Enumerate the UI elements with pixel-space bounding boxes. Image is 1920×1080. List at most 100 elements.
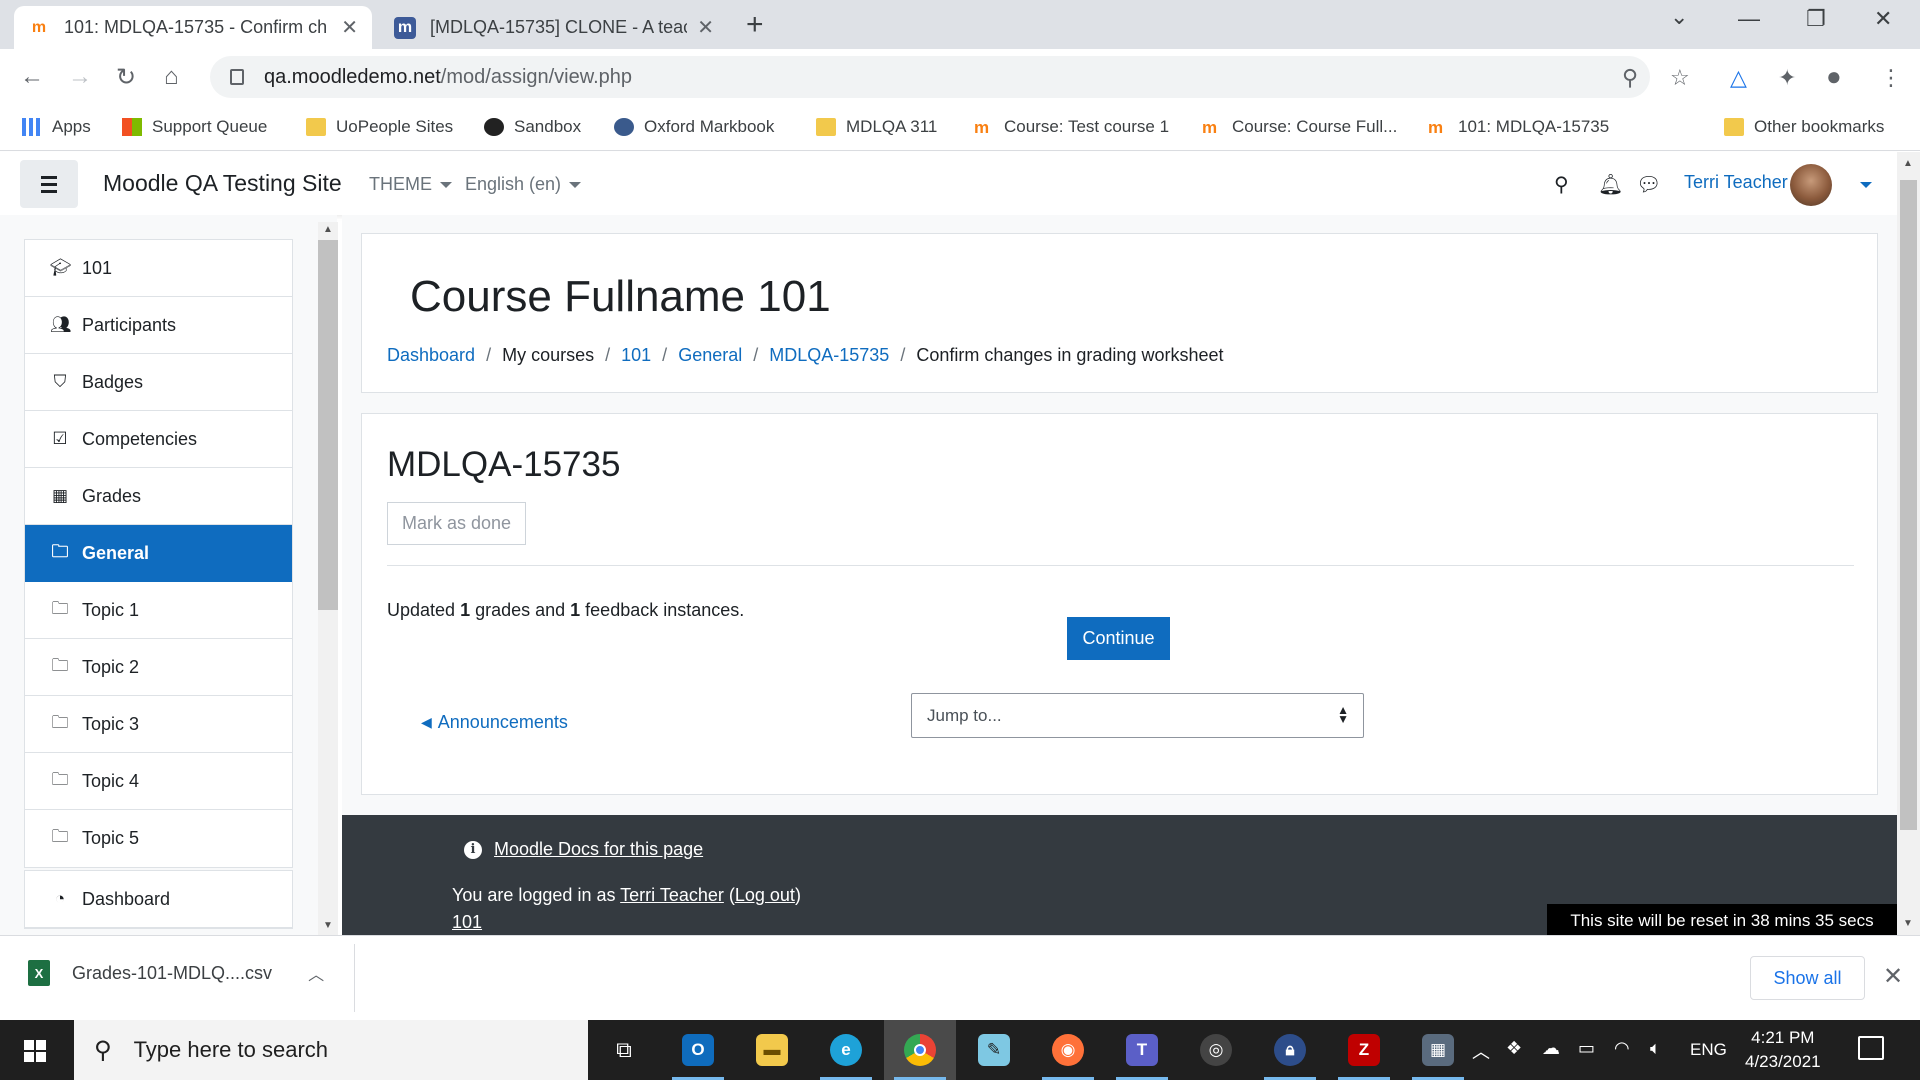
firefox-icon[interactable]: ◉ [1032, 1020, 1104, 1080]
bookmark-oxford[interactable]: Oxford Markbook [614, 117, 774, 137]
scroll-down-icon[interactable]: ▼ [1903, 918, 1913, 929]
restore-icon[interactable]: ❐ [1806, 6, 1826, 32]
address-bar[interactable]: qa.moodledemo.net/mod/assign/view.php [210, 56, 1650, 98]
file-explorer-icon[interactable]: ▬ [736, 1020, 808, 1080]
bookmark-101[interactable]: m 101: MDLQA-15735 [1428, 117, 1609, 137]
scroll-up-icon[interactable]: ▲ [1903, 158, 1913, 169]
show-hidden-icons-icon[interactable]: ︿ [1472, 1038, 1490, 1064]
media-player-icon[interactable]: ◎ [1180, 1020, 1252, 1080]
bookmark-support-queue[interactable]: Support Queue [122, 117, 267, 137]
gear-icon [614, 118, 634, 136]
continue-button[interactable]: Continue [1067, 617, 1170, 660]
notepad-icon[interactable]: ✎ [958, 1020, 1030, 1080]
drawer-item-badges[interactable]: ⛉ Badges [25, 354, 292, 411]
wifi-icon[interactable]: ◠ [1614, 1038, 1630, 1059]
page-scrollbar[interactable]: ▲ ▼ [1897, 152, 1920, 935]
puzzle-icon[interactable]: ✦ [1778, 65, 1796, 91]
keepass-icon[interactable]: 🔒︎ [1254, 1020, 1326, 1080]
drawer-scrollbar[interactable]: ▲ ▼ [318, 222, 338, 935]
browser-tab-moodle[interactable]: m 101: MDLQA-15735 - Confirm ch ✕ [14, 6, 372, 49]
drawer-item-topic-1[interactable]: 🗀 Topic 1 [25, 582, 292, 639]
action-center-icon[interactable] [1858, 1036, 1884, 1060]
onedrive-icon[interactable]: ☁ [1542, 1038, 1560, 1059]
outlook-icon[interactable]: O [662, 1020, 734, 1080]
language-menu[interactable]: English (en) [465, 174, 582, 195]
bookmark-test-course[interactable]: m Course: Test course 1 [974, 117, 1169, 137]
search-icon[interactable]: ⚲ [1554, 172, 1569, 197]
show-all-downloads-button[interactable]: Show all [1750, 956, 1865, 1000]
drawer-item-topic-2[interactable]: 🗀 Topic 2 [25, 639, 292, 696]
filezilla-icon[interactable]: Z [1328, 1020, 1400, 1080]
drawer-item-dashboard[interactable]: ◔ Dashboard [25, 871, 292, 928]
jump-to-select[interactable]: Jump to... ▲ ▼ [911, 693, 1364, 738]
volume-icon[interactable]: 🔈︎ [1650, 1038, 1661, 1059]
bookmark-other[interactable]: Other bookmarks [1724, 117, 1884, 137]
breadcrumb-activity[interactable]: MDLQA-15735 [769, 345, 889, 366]
footer-user-link[interactable]: Terri Teacher [620, 885, 724, 905]
new-tab-icon[interactable]: + [746, 8, 764, 42]
drawer-item-topic-4[interactable]: 🗀 Topic 4 [25, 753, 292, 810]
footer-course-link[interactable]: 101 [452, 912, 482, 932]
previous-activity-link[interactable]: ◀ Announcements [421, 712, 568, 733]
close-window-icon[interactable]: ✕ [1874, 6, 1892, 32]
input-language-indicator[interactable]: ENG [1690, 1040, 1727, 1060]
dropbox-icon[interactable]: ❖ [1506, 1038, 1522, 1059]
windows-start-icon[interactable] [24, 1040, 46, 1062]
drawer-item-topic-5[interactable]: 🗀 Topic 5 [25, 810, 292, 867]
mark-as-done-button[interactable]: Mark as done [387, 502, 526, 545]
drawer-item-general[interactable]: 🗀 General [25, 525, 292, 582]
download-item[interactable]: X Grades-101-MDLQ....csv ︿ [28, 960, 324, 986]
user-menu-caret-icon[interactable] [1860, 182, 1872, 188]
page-scrollbar-thumb[interactable] [1900, 180, 1917, 830]
extension-icon[interactable]: △ [1730, 65, 1747, 91]
scroll-up-icon[interactable]: ▲ [323, 224, 333, 235]
teams-icon[interactable]: T [1106, 1020, 1178, 1080]
user-menu-name[interactable]: Terri Teacher [1684, 172, 1788, 193]
drawer-item-competencies[interactable]: ☑ Competencies [25, 411, 292, 468]
bookmark-apps[interactable]: Apps [22, 117, 91, 137]
bookmark-course-full[interactable]: m Course: Course Full... [1202, 117, 1397, 137]
bookmark-sandbox[interactable]: Sandbox [484, 117, 581, 137]
drawer-scrollbar-thumb[interactable] [318, 240, 338, 610]
calculator-icon[interactable]: ▦ [1402, 1020, 1474, 1080]
logout-link[interactable]: Log out [735, 885, 795, 905]
notification-bell-icon[interactable]: 🔔︎ [1598, 172, 1623, 197]
bookmark-star-icon[interactable]: ☆ [1670, 65, 1690, 91]
menu-dots-icon[interactable]: ⋮ [1880, 65, 1902, 91]
chrome-icon[interactable] [884, 1020, 956, 1080]
site-name[interactable]: Moodle QA Testing Site [103, 170, 342, 197]
bookmark-mdlqa311[interactable]: MDLQA 311 [816, 117, 937, 137]
breadcrumb-course[interactable]: 101 [621, 345, 651, 366]
task-view-icon[interactable]: ⧉ [588, 1020, 660, 1080]
taskbar-search-input[interactable]: ⚲ Type here to search [74, 1020, 588, 1080]
moodle-docs-link[interactable]: Moodle Docs for this page [494, 839, 703, 860]
system-clock[interactable]: 4:21 PM 4/23/2021 [1745, 1026, 1821, 1074]
theme-menu[interactable]: THEME [369, 174, 452, 195]
bookmark-uopeople[interactable]: UoPeople Sites [306, 117, 453, 137]
tab-search-icon[interactable]: ⌄ [1670, 4, 1688, 30]
reload-icon[interactable]: ↻ [116, 63, 136, 92]
battery-icon[interactable]: ▭ [1578, 1038, 1595, 1059]
messages-icon[interactable]: 💬︎ [1636, 172, 1661, 197]
drawer-item-participants[interactable]: 👥︎ Participants [25, 297, 292, 354]
forward-icon[interactable]: → [68, 63, 92, 91]
drawer-item-course[interactable]: 🎓︎ 101 [25, 240, 292, 297]
back-icon[interactable]: ← [20, 63, 44, 91]
drawer-item-grades[interactable]: ▦ Grades [25, 468, 292, 525]
close-tab-icon[interactable]: ✕ [697, 15, 714, 40]
breadcrumb-section[interactable]: General [678, 345, 742, 366]
chevron-up-icon[interactable]: ︿ [308, 961, 324, 985]
home-icon[interactable]: ⌂ [164, 63, 179, 91]
breadcrumb-dashboard[interactable]: Dashboard [387, 345, 475, 366]
close-icon[interactable]: ✕ [1883, 962, 1903, 991]
profile-icon[interactable]: ● [1826, 61, 1842, 92]
scroll-down-icon[interactable]: ▼ [323, 920, 333, 931]
browser-tab-tracker[interactable]: m [MDLQA-15735] CLONE - A teach ✕ [380, 6, 728, 49]
drawer-toggle-button[interactable] [20, 160, 78, 208]
edge-icon[interactable]: e [810, 1020, 882, 1080]
minimize-icon[interactable]: — [1738, 6, 1760, 32]
zoom-icon[interactable]: ⚲ [1622, 65, 1638, 91]
drawer-item-topic-3[interactable]: 🗀 Topic 3 [25, 696, 292, 753]
avatar[interactable] [1790, 164, 1832, 206]
close-tab-icon[interactable]: ✕ [341, 15, 358, 40]
